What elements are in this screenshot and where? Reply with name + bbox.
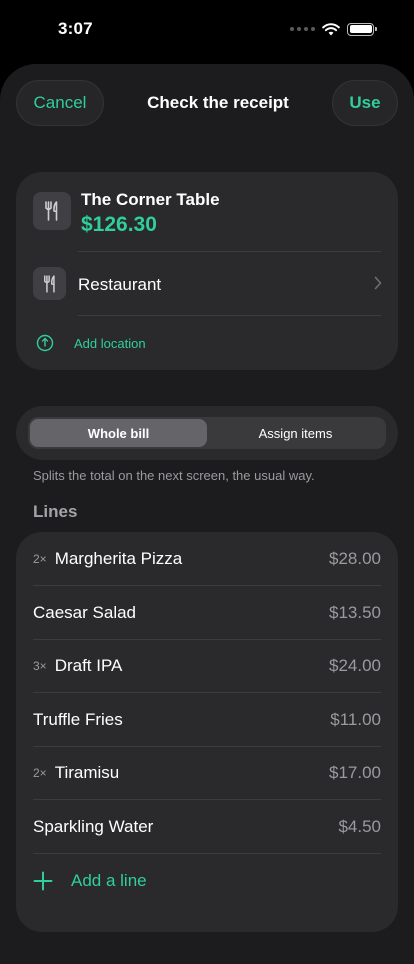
add-line-button[interactable]: Add a line xyxy=(33,866,147,896)
category-fork-knife-icon xyxy=(33,267,66,300)
nav-bar: Cancel Check the receipt Use xyxy=(16,80,398,126)
fork-knife-icon[interactable] xyxy=(33,192,71,230)
list-item[interactable]: 3× Draft IPA $24.00 xyxy=(33,639,381,692)
receipt-sheet: Cancel Check the receipt Use The Corner … xyxy=(0,64,414,964)
lines-card: 2× Margherita Pizza $28.00 Caesar Salad … xyxy=(16,532,398,932)
line-price: $11.00 xyxy=(330,709,381,729)
status-bar: 3:07 xyxy=(0,0,414,62)
plus-icon xyxy=(33,871,53,891)
merchant-card: The Corner Table $126.30 Restaurant Add … xyxy=(16,172,398,370)
segmented-control: Whole bill Assign items xyxy=(28,417,386,449)
line-qty: 2× xyxy=(33,765,47,780)
line-price: $24.00 xyxy=(329,655,381,675)
line-price: $13.50 xyxy=(329,602,381,622)
add-location-button[interactable]: Add location xyxy=(74,336,146,351)
lines-section-label: Lines xyxy=(33,502,78,521)
line-qty: 3× xyxy=(33,658,47,673)
cancel-button[interactable]: Cancel xyxy=(16,80,104,126)
battery-icon xyxy=(347,22,377,36)
list-item[interactable]: Sparkling Water $4.50 xyxy=(33,800,381,853)
wifi-icon xyxy=(322,22,340,35)
line-name: Truffle Fries xyxy=(33,709,123,729)
line-qty: 2× xyxy=(33,551,47,566)
list-item[interactable]: 2× Margherita Pizza $28.00 xyxy=(33,532,381,585)
line-name: Draft IPA xyxy=(54,655,123,675)
merchant-total[interactable]: $126.30 xyxy=(81,213,157,237)
divider xyxy=(78,251,381,252)
line-name: Margherita Pizza xyxy=(54,548,183,568)
segment-whole-bill[interactable]: Whole bill xyxy=(30,419,207,447)
chevron-right-icon xyxy=(374,276,382,290)
category-selector[interactable]: Restaurant xyxy=(78,275,161,295)
merchant-name[interactable]: The Corner Table xyxy=(81,190,220,210)
location-pin-icon xyxy=(36,334,54,352)
list-item[interactable]: 2× Tiramisu $17.00 xyxy=(33,746,381,799)
list-item[interactable]: Truffle Fries $11.00 xyxy=(33,693,381,746)
line-price: $17.00 xyxy=(329,762,381,782)
status-icons xyxy=(290,22,377,36)
signal-icon xyxy=(290,27,315,31)
line-name: Sparkling Water xyxy=(33,816,154,836)
divider xyxy=(78,315,381,316)
add-line-label: Add a line xyxy=(71,871,147,890)
list-item[interactable]: Caesar Salad $13.50 xyxy=(33,586,381,639)
line-name: Caesar Salad xyxy=(33,602,137,622)
split-mode-control: Whole bill Assign items xyxy=(16,406,398,460)
split-hint: Splits the total on the next screen, the… xyxy=(33,468,315,483)
divider xyxy=(33,853,381,854)
status-time: 3:07 xyxy=(58,19,93,38)
segment-assign-items[interactable]: Assign items xyxy=(207,419,384,447)
line-price: $28.00 xyxy=(329,548,381,568)
line-name: Tiramisu xyxy=(54,762,120,782)
use-button[interactable]: Use xyxy=(331,80,398,126)
page-title: Check the receipt xyxy=(147,93,289,112)
line-price: $4.50 xyxy=(338,816,381,836)
